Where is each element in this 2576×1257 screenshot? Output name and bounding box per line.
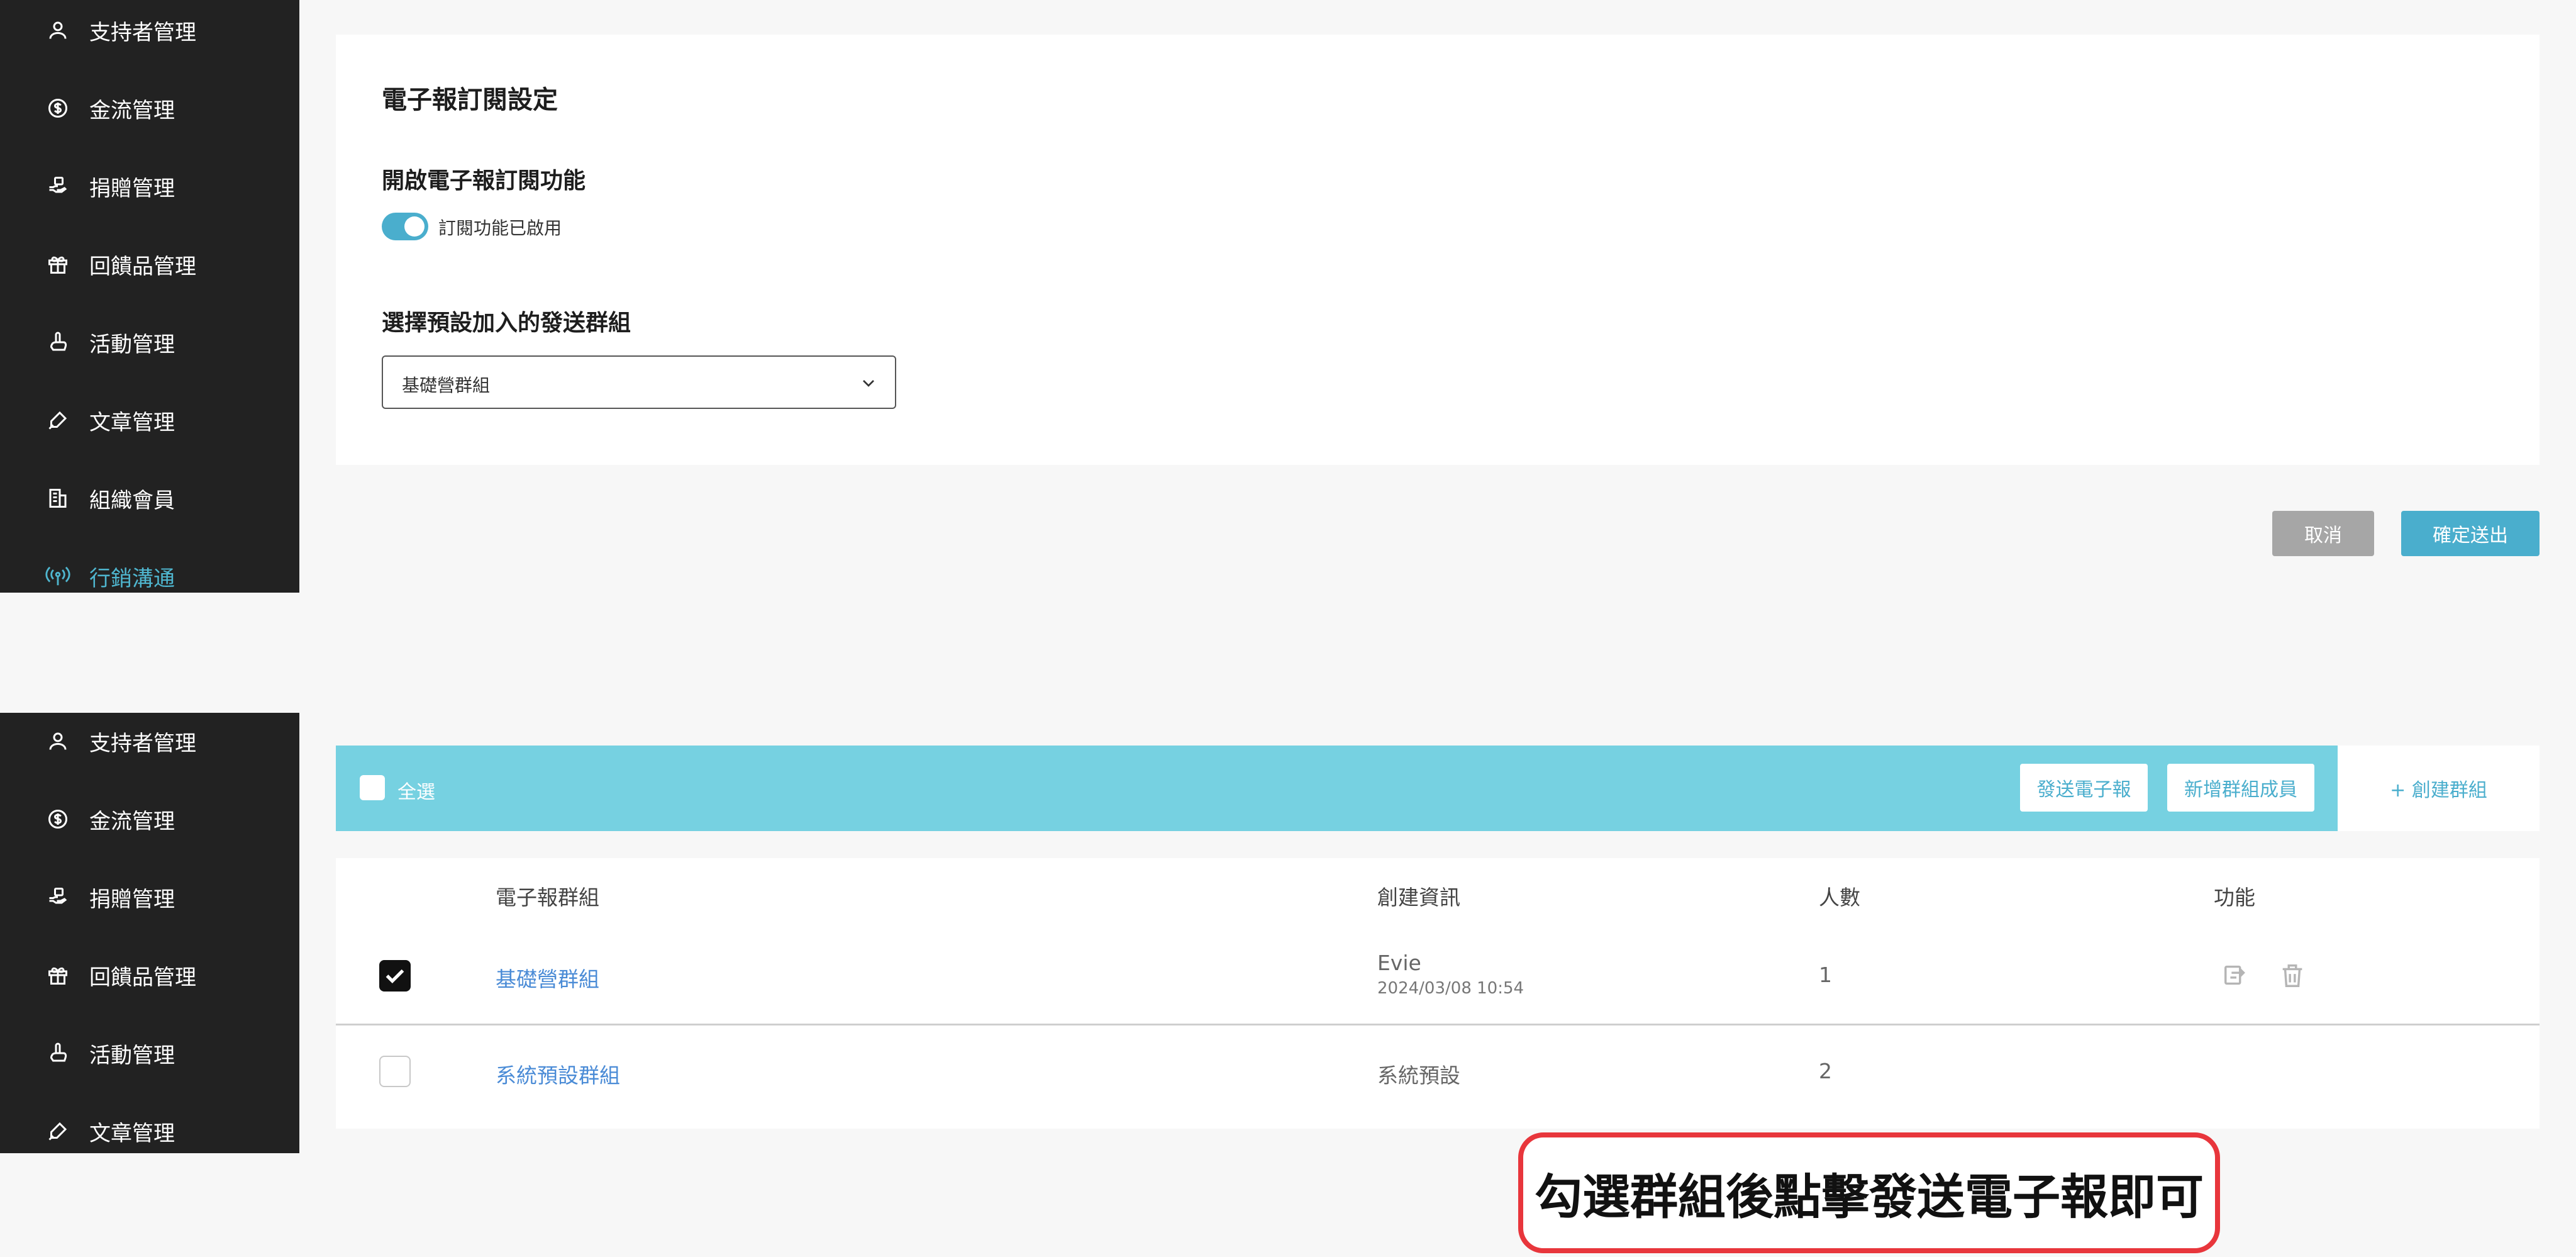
dollar-icon [44, 94, 72, 122]
edit-group-icon[interactable] [2222, 961, 2251, 990]
broadcast-icon [44, 562, 72, 590]
sidebar-item-label: 捐贈管理 [89, 886, 175, 912]
sidebar-item-label: 金流管理 [89, 808, 175, 834]
sidebar-item-label: 金流管理 [89, 98, 175, 123]
subscription-toggle[interactable] [382, 213, 428, 240]
default-group-heading: 選擇預設加入的發送群組 [382, 310, 631, 336]
creator-name: 系統預設 [1377, 1063, 1460, 1088]
select-all-label: 全選 [397, 781, 435, 803]
created-timestamp: 2024/03/08 10:54 [1377, 979, 1524, 998]
person-icon [44, 727, 72, 755]
sidebar-item-label: 文章管理 [89, 410, 175, 435]
cancel-button[interactable]: 取消 [2272, 511, 2374, 556]
check-icon [386, 969, 404, 984]
hand-pointer-icon [44, 328, 72, 356]
sidebar-item-supporters[interactable]: 支持者管理 [44, 8, 196, 52]
sidebar-item-rewards[interactable]: 回饋品管理 [44, 953, 196, 997]
sidebar-item-label: 回饋品管理 [89, 254, 196, 279]
donate-hand-icon [44, 883, 72, 911]
sidebar-lower: 支持者管理 金流管理 捐贈管理 回饋品管理 活動管理 文章管理 [0, 713, 299, 1153]
sidebar-item-donations[interactable]: 捐贈管理 [44, 875, 175, 919]
sidebar-item-articles[interactable]: 文章管理 [44, 398, 175, 442]
row-checkbox[interactable] [379, 1056, 411, 1087]
sidebar-item-donations[interactable]: 捐贈管理 [44, 164, 175, 208]
donate-hand-icon [44, 172, 72, 200]
page-title: 電子報訂閱設定 [382, 86, 558, 115]
sidebar-item-payments[interactable]: 金流管理 [44, 797, 175, 841]
column-header-actions: 功能 [2214, 885, 2255, 910]
sidebar-item-label: 行銷溝通 [89, 566, 175, 591]
toggle-knob [404, 216, 425, 237]
sidebar-item-label: 組織會員 [89, 488, 175, 513]
sidebar-item-label: 文章管理 [89, 1120, 175, 1146]
toggle-label: 訂閱功能已啟用 [438, 218, 562, 238]
dollar-icon [44, 805, 72, 833]
sidebar-item-label: 活動管理 [89, 1042, 175, 1068]
sidebar-item-label: 回饋品管理 [89, 964, 196, 990]
send-newsletter-button[interactable]: 發送電子報 [2020, 764, 2148, 812]
sidebar-item-events[interactable]: 活動管理 [44, 320, 175, 364]
row-divider [336, 1024, 2540, 1025]
sidebar-item-label: 支持者管理 [89, 20, 196, 45]
enable-subscription-heading: 開啟電子報訂閱功能 [382, 168, 586, 194]
sidebar: 支持者管理 金流管理 捐贈管理 回饋品管理 活動管理 文章管理 組織會員 行銷溝… [0, 0, 299, 593]
chevron-down-icon [863, 380, 874, 387]
hand-pointer-icon [44, 1039, 72, 1067]
column-header-created: 創建資訊 [1377, 885, 1460, 910]
group-name-link[interactable]: 系統預設群組 [496, 1059, 620, 1089]
row-checkbox[interactable] [379, 960, 411, 992]
building-icon [44, 484, 72, 512]
sidebar-item-payments[interactable]: 金流管理 [44, 86, 175, 130]
sidebar-item-events[interactable]: 活動管理 [44, 1031, 175, 1075]
person-icon [44, 16, 72, 44]
group-name-link[interactable]: 基礎營群組 [496, 963, 599, 993]
sidebar-item-rewards[interactable]: 回饋品管理 [44, 242, 196, 286]
gift-icon [44, 961, 72, 989]
callout-text: 勾選群組後點擊發送電子報即可 [1535, 1169, 2204, 1225]
add-group-member-button[interactable]: 新增群組成員 [2167, 764, 2314, 812]
column-header-count: 人數 [1819, 885, 1860, 910]
sidebar-item-label: 捐贈管理 [89, 176, 175, 201]
column-header-group: 電子報群組 [496, 885, 599, 910]
sidebar-item-marketing[interactable]: 行銷溝通 [44, 554, 175, 593]
select-all-checkbox[interactable] [360, 775, 385, 800]
sidebar-item-label: 支持者管理 [89, 730, 196, 756]
member-count: 2 [1819, 1059, 1832, 1083]
sidebar-item-articles[interactable]: 文章管理 [44, 1109, 175, 1153]
create-group-button[interactable]: + 創建群組 [2338, 746, 2540, 831]
sidebar-item-label: 活動管理 [89, 332, 175, 357]
sidebar-item-supporters[interactable]: 支持者管理 [44, 719, 196, 763]
trash-icon[interactable] [2278, 961, 2307, 990]
default-group-select[interactable]: 基礎營群組 [382, 355, 896, 409]
pen-icon [44, 406, 72, 434]
sidebar-item-org-members[interactable]: 組織會員 [44, 476, 175, 520]
member-count: 1 [1819, 963, 1832, 987]
select-value: 基礎營群組 [402, 375, 491, 396]
confirm-submit-button[interactable]: 確定送出 [2401, 511, 2540, 556]
gift-icon [44, 250, 72, 278]
creator-name: Evie [1377, 951, 1421, 975]
pen-icon [44, 1117, 72, 1145]
instruction-callout: 勾選群組後點擊發送電子報即可 [1518, 1132, 2220, 1253]
